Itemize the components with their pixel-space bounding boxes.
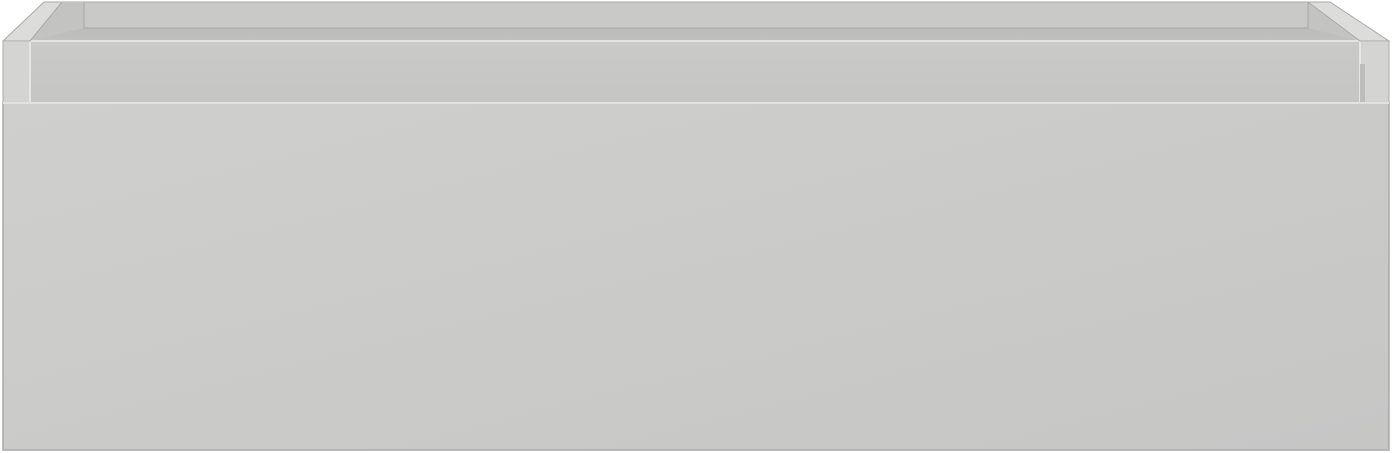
drawer-scene [0, 0, 1392, 453]
inner-ledge [83, 1, 1309, 29]
front-panel [2, 102, 1390, 451]
drawer-box-illustration [1, 1, 1391, 451]
top-rim [2, 40, 31, 104]
right-notch [1360, 64, 1365, 103]
inner-front-wall [29, 40, 1361, 104]
